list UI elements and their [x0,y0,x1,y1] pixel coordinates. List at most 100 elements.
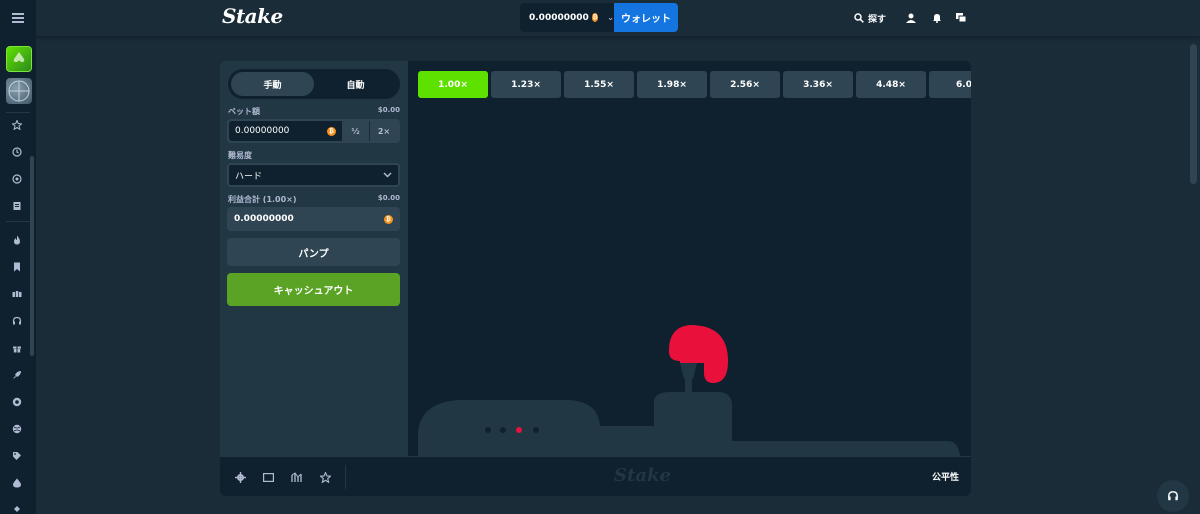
fire-icon [14,235,20,245]
page-scrollbar[interactable] [1190,44,1197,184]
sidebar-item-challenges[interactable] [10,172,24,186]
hamburger-icon [12,13,24,23]
bet-amount-input[interactable]: 0.00000000 ₿ [229,121,342,141]
profit-label-row: 利益合計 (1.00×) $0.00 [228,194,400,205]
dot-indicator-active [516,427,522,433]
gift-icon [13,346,21,353]
search-icon [854,13,864,23]
pump-scene [418,325,960,456]
chat-icon [956,13,966,23]
dot-indicator [500,427,506,433]
diamond-icon [14,506,20,512]
sidebar-item-live-casino[interactable] [10,314,24,328]
notifications-button[interactable] [932,10,942,26]
bitcoin-icon: ₿ [327,126,336,136]
game-footer: Stake 公平性 [220,456,971,496]
sidebar-divider [6,112,30,113]
rocket-icon [13,371,21,379]
basketball-icon [8,80,30,102]
pump-button[interactable]: パンプ [227,238,400,266]
bitcoin-icon: ₿ [384,214,393,224]
sidebar-item-recent[interactable] [10,145,24,159]
pump-nozzle [680,363,697,379]
bet-amount-group: 0.00000000 ₿ ½ 2× [227,119,400,143]
cashout-button[interactable]: キャッシュアウト [227,273,400,306]
bitcoin-icon: ₿ [591,13,599,22]
sidebar-item-sponsorships[interactable] [10,422,24,436]
dot-indicator [485,427,491,433]
favourite-button[interactable] [319,471,331,483]
left-sidebar [0,36,36,514]
theatre-mode-button[interactable] [262,471,274,483]
drop-icon [13,478,21,488]
profit-field: 0.00000000 ₿ [227,207,400,231]
history-icon [12,147,22,157]
gear-icon [234,471,246,483]
sidebar-item-promotions[interactable] [10,341,24,355]
bet-controls: 手動 自動 ベット額 $0.00 0.00000000 ₿ ½ 2× 難易度 ハ… [220,61,408,456]
search-button[interactable]: 探す [854,10,886,26]
settings-button[interactable] [234,471,246,483]
double-bet-button[interactable]: 2× [370,121,398,141]
headset-icon [12,316,22,325]
game-stage: 1.00× 1.23× 1.55× 1.98× 2.56× 3.36× 4.48× 6.0 [408,61,971,456]
profit-label: 利益合計 (1.00×) [228,195,297,204]
sidebar-divider [6,221,30,222]
globe-icon [12,424,22,434]
profile-button[interactable] [906,10,916,26]
pump-game: 手動 自動 ベット額 $0.00 0.00000000 ₿ ½ 2× 難易度 ハ… [220,61,971,496]
sidebar-item-slots[interactable] [10,287,24,301]
sidebar-item-bets[interactable] [10,199,24,213]
search-label: 探す [868,14,887,25]
difficulty-label: 難易度 [228,151,252,160]
chevron-down-icon: ⌄ [607,13,614,22]
receipt-icon [13,202,21,210]
tag-icon [13,452,21,460]
sidebar-item-vip[interactable] [10,395,24,409]
casino-thumbnail[interactable] [6,46,32,72]
half-bet-button[interactable]: ½ [342,121,370,141]
bet-amount-value: 0.00000000 [235,126,290,136]
difficulty-value: ハード [235,171,263,182]
spade-icon [13,52,25,62]
chevron-down-icon [383,172,392,178]
bookmark-icon [14,262,20,272]
balance-value: 0.00000000 [529,12,589,23]
pump-stem [685,378,692,394]
menu-button[interactable] [0,0,36,36]
sidebar-item-originals[interactable] [10,260,24,274]
balance-selector[interactable]: 0.00000000 ₿ ⌄ [520,3,614,32]
dot-indicator [533,427,539,433]
sidebar-item-favourites[interactable] [10,118,24,132]
mode-toggle: 手動 自動 [228,69,400,99]
chart-icon [290,471,302,482]
stats-button[interactable] [290,471,302,483]
wallet-button[interactable]: ウォレット [614,3,678,32]
pump-base [418,392,960,456]
target-icon [12,174,22,184]
top-bar: Stake 0.00000000 ₿ ⌄ ウォレット 探す [0,0,1200,36]
stake-logo[interactable]: Stake [222,4,283,28]
bet-amount-label: ベット額 [228,107,260,116]
profit-usd: $0.00 [377,194,400,202]
balloon [668,325,728,383]
fairness-button[interactable]: 公平性 [932,470,959,483]
sports-thumbnail[interactable] [6,78,32,104]
sidebar-item-more[interactable] [10,500,24,514]
sidebar-item-affiliate[interactable] [10,449,24,463]
difficulty-select[interactable]: ハード [227,163,400,187]
sidebar-item-new-releases[interactable] [10,368,24,382]
tab-auto[interactable]: 自動 [314,72,397,96]
chat-button[interactable] [956,10,966,26]
support-button[interactable] [1157,480,1189,512]
footer-stake-logo: Stake [614,465,671,486]
sidebar-scrollbar[interactable] [30,156,34,356]
sidebar-item-popular[interactable] [10,233,24,247]
bell-icon [933,14,941,23]
bet-amount-label-row: ベット額 $0.00 [228,106,400,117]
sidebar-item-responsible[interactable] [10,476,24,490]
tab-manual[interactable]: 手動 [231,72,314,96]
footer-divider [345,465,346,489]
star-icon [319,471,331,483]
slots-icon [12,291,22,297]
